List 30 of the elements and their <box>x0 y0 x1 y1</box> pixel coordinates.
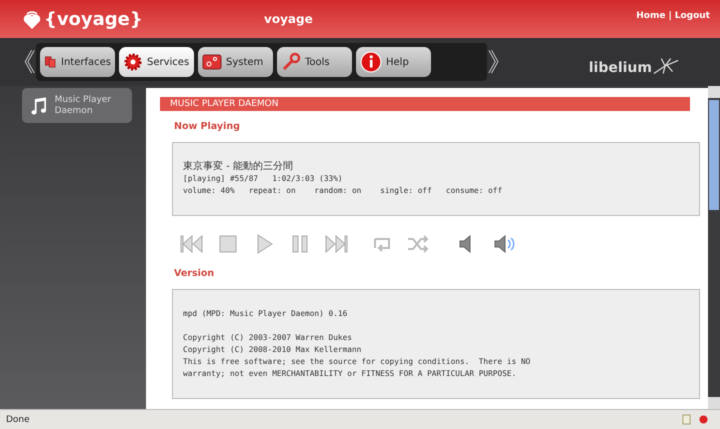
nav-tab[interactable]: Services <box>119 47 194 77</box>
next-icon[interactable] <box>324 232 348 256</box>
sidebar-item[interactable]: Music Player Daemon <box>22 88 132 123</box>
hostname: voyage <box>264 12 314 26</box>
status-text: Done <box>6 414 31 424</box>
header-link[interactable]: Home <box>636 11 666 21</box>
link-separator: | <box>668 11 672 21</box>
nav-tab[interactable]: Help <box>356 47 431 77</box>
gear-icon <box>123 52 143 72</box>
section-heading: Now Playing <box>174 121 241 132</box>
scrollbar-thumb[interactable] <box>709 100 719 210</box>
brand-logo-text: libelium <box>588 60 652 76</box>
section-heading: Version <box>174 268 216 279</box>
wrench-icon <box>281 52 301 72</box>
scroll-right-button[interactable]: 》 <box>487 44 513 80</box>
document-icon <box>682 414 691 425</box>
header-link[interactable]: Logout <box>674 11 710 21</box>
logo-text: {voyage} <box>44 9 143 30</box>
nav-tab[interactable]: Interfaces <box>40 47 115 77</box>
section-title-bar: MUSIC PLAYER DAEMON <box>160 97 690 111</box>
system-panel-icon <box>202 52 222 72</box>
output-line: 東京事変 - 能動的三分間 <box>183 161 294 173</box>
stop-icon <box>699 415 708 424</box>
prev-icon[interactable] <box>180 232 204 256</box>
info-icon <box>360 51 382 73</box>
scroll-left-button[interactable]: 《 <box>10 44 36 80</box>
nav-tab[interactable]: Tools <box>277 47 352 77</box>
nav-tab[interactable]: System <box>198 47 273 77</box>
vol-up-icon[interactable] <box>492 232 516 256</box>
mosquito-icon <box>652 56 680 76</box>
